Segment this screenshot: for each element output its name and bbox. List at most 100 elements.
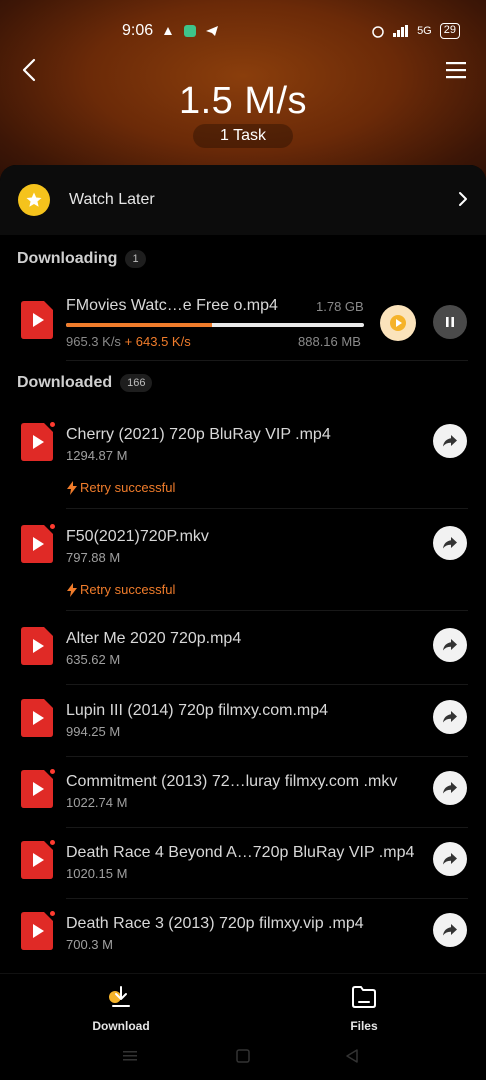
folder-icon <box>352 986 376 1008</box>
share-button[interactable] <box>433 424 467 458</box>
downloaded-item[interactable]: Commitment (2013) 72…luray filmxy.com .m… <box>0 763 486 833</box>
task-count[interactable]: 1 Task <box>193 124 293 148</box>
share-icon <box>443 711 457 723</box>
file-name: F50(2021)720P.mkv <box>66 528 209 545</box>
divider <box>66 898 468 899</box>
retry-status: Retry successful <box>66 480 175 495</box>
downloading-section-title: Downloading 1 <box>17 250 146 268</box>
new-indicator-dot <box>50 769 55 774</box>
chat-app-icon <box>184 25 197 37</box>
share-icon <box>443 639 457 651</box>
retry-label: Retry successful <box>80 480 176 495</box>
watch-later-badge <box>18 184 50 216</box>
share-button[interactable] <box>433 771 467 805</box>
downloaded-item[interactable]: F50(2021)720P.mkv 797.88 M Retry successfu… <box>0 518 486 618</box>
file-size: 1022.74 M <box>66 795 128 810</box>
share-button[interactable] <box>433 700 467 734</box>
status-time: 9:06 <box>122 22 154 39</box>
network-type: 5G <box>417 25 432 37</box>
signal-icon <box>393 25 409 37</box>
tab-download-label: Download <box>92 1019 150 1033</box>
file-video-icon <box>21 912 53 950</box>
accelerate-button[interactable] <box>380 305 416 341</box>
file-name: Commitment (2013) 72…luray filmxy.com .m… <box>66 773 398 790</box>
divider <box>66 360 468 361</box>
divider <box>66 508 468 509</box>
base-speed: 965.3 K/s <box>66 334 121 349</box>
downloaded-item[interactable]: Death Race 4 Beyond A…720p BluRay VIP .m… <box>0 834 486 904</box>
download-progress-fill <box>66 323 213 327</box>
file-video-icon <box>21 525 53 563</box>
file-size: 635.62 M <box>66 652 121 667</box>
pause-button[interactable] <box>433 305 467 339</box>
file-video-icon <box>21 423 53 461</box>
downloaded-item[interactable]: Lupin III (2014) 720p filmxy.com.mp4 994.… <box>0 692 486 762</box>
divider <box>66 756 468 757</box>
tab-files[interactable]: Files <box>314 984 414 1033</box>
share-icon <box>443 924 457 936</box>
share-button[interactable] <box>433 842 467 876</box>
battery-indicator: 29 <box>439 23 460 39</box>
telegram-icon <box>206 26 219 36</box>
divider <box>66 610 468 611</box>
new-indicator-dot <box>50 911 55 916</box>
star-icon <box>26 192 42 207</box>
download-icon <box>109 986 130 1007</box>
lightning-icon <box>67 480 77 495</box>
watch-later-row[interactable]: Watch Later <box>0 165 486 235</box>
watch-later-label: Watch Later <box>69 191 155 208</box>
divider <box>66 827 468 828</box>
download-sheet: Watch Later Downloading 1 FMovies Watc…e… <box>0 165 486 973</box>
chevron-right-icon <box>459 192 467 206</box>
downloaded-amount: 888.16 MB <box>298 334 361 349</box>
file-size: 1294.87 M <box>66 448 128 463</box>
file-size: 994.25 M <box>66 724 121 739</box>
tab-files-label: Files <box>350 1019 378 1033</box>
bottom-tab-bar: Download Files <box>0 973 486 1033</box>
downloading-item[interactable]: FMovies Watc…e Free o.mp4 1.78 GB 965.3 … <box>0 289 486 361</box>
file-name: Death Race 4 Beyond A…720p BluRay VIP .m… <box>66 844 415 861</box>
share-icon <box>443 435 457 447</box>
play-icon <box>390 315 406 331</box>
status-bar: 9:06 5G 29 <box>0 18 486 44</box>
new-indicator-dot <box>50 840 55 845</box>
tab-download[interactable]: Download <box>71 984 171 1033</box>
file-video-icon <box>21 841 53 879</box>
alarm-icon <box>372 26 384 38</box>
file-name: Lupin III (2014) 720p filmxy.com.mp4 <box>66 702 329 719</box>
system-nav-bar <box>0 1033 486 1080</box>
menu-icon[interactable] <box>444 58 468 82</box>
file-video-icon <box>21 770 53 808</box>
share-icon <box>443 782 457 794</box>
retry-label: Retry successful <box>80 582 176 597</box>
download-speed-text: 965.3 K/s + 643.5 K/s <box>66 334 191 349</box>
share-button[interactable] <box>433 628 467 662</box>
downloaded-section-title: Downloaded 166 <box>17 374 153 392</box>
retry-status: Retry successful <box>66 582 175 597</box>
recents-icon[interactable] <box>122 1049 138 1063</box>
notification-icon <box>164 27 173 35</box>
downloaded-item[interactable]: Cherry (2021) 720p BluRay VIP .mp4 1294.8… <box>0 416 486 516</box>
file-video-icon <box>21 699 53 737</box>
new-indicator-dot <box>50 422 55 427</box>
downloaded-item[interactable]: Alter Me 2020 720p.mp4 635.62 M <box>0 620 486 690</box>
new-indicator-dot <box>50 524 55 529</box>
downloaded-title: Downloaded <box>17 374 113 391</box>
file-name: Death Race 3 (2013) 720p filmxy.vip .mp4 <box>66 915 364 932</box>
share-button[interactable] <box>433 913 467 947</box>
file-video-icon <box>21 301 53 339</box>
downloading-title: Downloading <box>17 250 118 267</box>
divider <box>66 684 468 685</box>
downloading-file-name: FMovies Watc…e Free o.mp4 <box>66 297 278 314</box>
back-nav-icon[interactable] <box>344 1048 360 1064</box>
lightning-icon <box>67 582 77 597</box>
downloaded-item[interactable]: Death Race 3 (2013) 720p filmxy.vip .mp4… <box>0 905 486 975</box>
downloading-total-size: 1.78 GB <box>316 299 364 314</box>
file-video-icon <box>21 627 53 665</box>
share-button[interactable] <box>433 526 467 560</box>
home-icon[interactable] <box>235 1048 251 1064</box>
downloading-count: 1 <box>125 250 146 268</box>
file-size: 700.3 M <box>66 937 113 952</box>
share-icon <box>443 853 457 865</box>
file-name: Alter Me 2020 720p.mp4 <box>66 630 242 647</box>
